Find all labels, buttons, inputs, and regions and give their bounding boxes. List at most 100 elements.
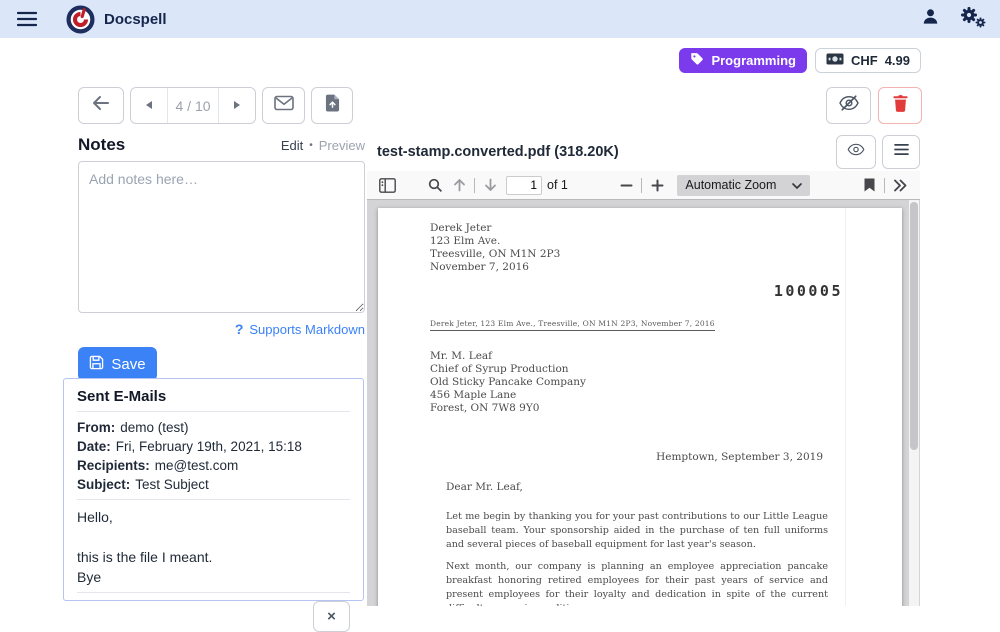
item-position: 4 / 10 [168, 88, 218, 123]
caret-left-icon [145, 97, 153, 115]
page-down-icon[interactable] [478, 173, 502, 197]
doc-body: Let me begin by thanking you for your pa… [446, 502, 828, 606]
pdf-scrollbar[interactable] [909, 200, 919, 606]
notes-preview-tab[interactable]: Preview [319, 138, 365, 153]
cost-currency: CHF [851, 53, 878, 68]
file-upload-icon [325, 94, 340, 117]
zoom-level-select[interactable]: Automatic Zoom [677, 175, 810, 196]
eye-icon [847, 143, 865, 161]
menu-icon[interactable] [14, 7, 40, 31]
tag-badge[interactable]: Programming [679, 48, 807, 73]
mail-recipients-label: Recipients: [77, 458, 150, 473]
pdf-header: test-stamp.converted.pdf (318.20K) [367, 133, 920, 171]
doc-paragraph: Let me begin by thanking you for your pa… [446, 510, 828, 552]
send-mail-button[interactable] [262, 87, 305, 124]
back-button[interactable] [78, 87, 124, 124]
attachment-file-title: test-stamp.converted.pdf (318.20K) [367, 144, 619, 160]
doc-sender-block: Derek Jeter 123 Elm Ave. Treesville, ON … [430, 222, 560, 274]
mail-from-label: From: [77, 420, 115, 435]
banknote-icon [826, 53, 844, 68]
pdf-toolbar: of 1 Automatic Zoom [367, 171, 920, 200]
item-pager: 4 / 10 [130, 87, 256, 124]
mail-subject-row: Subject: Test Subject [77, 475, 350, 494]
doc-dateline: Hemptown, September 3, 2019 [656, 451, 823, 463]
page-number-input[interactable] [506, 176, 542, 195]
caret-right-icon [233, 97, 241, 115]
doc-recipient-line: Forest, ON 7W8 9Y0 [430, 402, 586, 415]
page-up-icon[interactable] [447, 173, 471, 197]
envelope-icon [274, 95, 294, 116]
prev-item-button[interactable] [131, 88, 168, 123]
doc-sender-line: 123 Elm Ave. [430, 235, 560, 248]
item-actions [826, 87, 922, 124]
chevron-down-icon [792, 178, 802, 192]
pdf-search-icon[interactable] [423, 173, 447, 197]
mail-body-line: Bye [77, 567, 350, 587]
doc-recipient-line: 456 Maple Lane [430, 389, 586, 402]
trash-icon [893, 95, 908, 117]
doc-sender-line: November 7, 2016 [430, 261, 560, 274]
doc-recipient-block: Mr. M. Leaf Chief of Syrup Production Ol… [430, 350, 586, 415]
doc-salutation: Dear Mr. Leaf, [446, 481, 523, 493]
sent-emails-title: Sent E-Mails [77, 388, 350, 412]
menu-lines-icon [894, 143, 909, 161]
delete-button[interactable] [878, 87, 922, 124]
doc-recipient-line: Chief of Syrup Production [430, 363, 586, 376]
mail-date-value: Fri, February 19th, 2021, 15:18 [116, 439, 302, 454]
close-icon: × [327, 608, 336, 625]
markdown-help-link[interactable]: ? Supports Markdown [78, 321, 365, 337]
zoom-in-icon[interactable] [645, 173, 669, 197]
add-files-button[interactable] [311, 87, 353, 124]
zoom-level-value: Automatic Zoom [685, 178, 776, 192]
doc-sender-line: Treesville, ON M1N 2P3 [430, 248, 560, 261]
save-label: Save [111, 356, 145, 373]
notes-title: Notes [78, 135, 125, 155]
notes-input[interactable] [78, 161, 365, 313]
tag-label: Programming [711, 53, 796, 68]
mail-recipients-row: Recipients: me@test.com [77, 456, 350, 475]
pdf-scrollbar-thumb[interactable] [910, 202, 918, 450]
notes-edit-tab[interactable]: Edit [281, 138, 303, 153]
toolbar-more-icon[interactable] [888, 173, 912, 197]
mail-from-value: demo (test) [120, 420, 188, 435]
mail-body: Hello, this is the file I meant. Bye [77, 500, 350, 587]
pdf-attachment-area: test-stamp.converted.pdf (318.20K) [367, 133, 920, 606]
pdf-viewport[interactable]: Derek Jeter 123 Elm Ave. Treesville, ON … [367, 200, 920, 606]
mail-recipients-value: me@test.com [155, 458, 238, 473]
mail-date-row: Date: Fri, February 19th, 2021, 15:18 [77, 437, 350, 456]
mail-subject-value: Test Subject [135, 477, 209, 492]
mail-body-line: Hello, [77, 507, 350, 527]
cost-badge[interactable]: CHF 4.99 [815, 48, 921, 73]
mail-subject-label: Subject: [77, 477, 130, 492]
next-item-button[interactable] [218, 88, 255, 123]
cost-amount: 4.99 [885, 53, 910, 68]
item-badges: Programming CHF 4.99 [679, 48, 921, 73]
unconfirm-button[interactable] [826, 87, 871, 124]
doc-sender-line: Derek Jeter [430, 222, 560, 235]
save-notes-button[interactable]: Save [78, 347, 157, 381]
sent-emails-panel: Sent E-Mails From: demo (test) Date: Fri, … [63, 378, 364, 601]
mail-footer: × [77, 592, 350, 632]
mail-body-line: this is the file I meant. [77, 547, 350, 567]
doc-paragraph: Next month, our company is planning an e… [446, 560, 828, 606]
sidebar-toggle-icon[interactable] [375, 173, 399, 197]
mail-header-fields: From: demo (test) Date: Fri, February 19th… [77, 412, 350, 500]
arrow-left-icon [92, 95, 110, 116]
doc-recipient-line: Mr. M. Leaf [430, 350, 586, 363]
mail-date-label: Date: [77, 439, 111, 454]
mail-body-line [77, 527, 350, 547]
preview-toggle-button[interactable] [836, 135, 876, 169]
notes-header: Notes Edit • Preview [78, 135, 365, 155]
mail-from-row: From: demo (test) [77, 418, 350, 437]
app-navbar: Docspell [0, 0, 1000, 38]
zoom-out-icon[interactable] [614, 173, 638, 197]
help-icon: ? [235, 321, 244, 337]
user-icon[interactable] [921, 7, 940, 31]
attachment-menu-button[interactable] [882, 135, 920, 169]
settings-cogs-icon[interactable] [960, 6, 986, 33]
app-title: Docspell [104, 11, 167, 28]
eye-off-icon [838, 94, 860, 117]
page-count-label: of 1 [547, 178, 568, 192]
bookmark-icon[interactable] [857, 173, 881, 197]
scan-artifact-line [845, 208, 846, 606]
